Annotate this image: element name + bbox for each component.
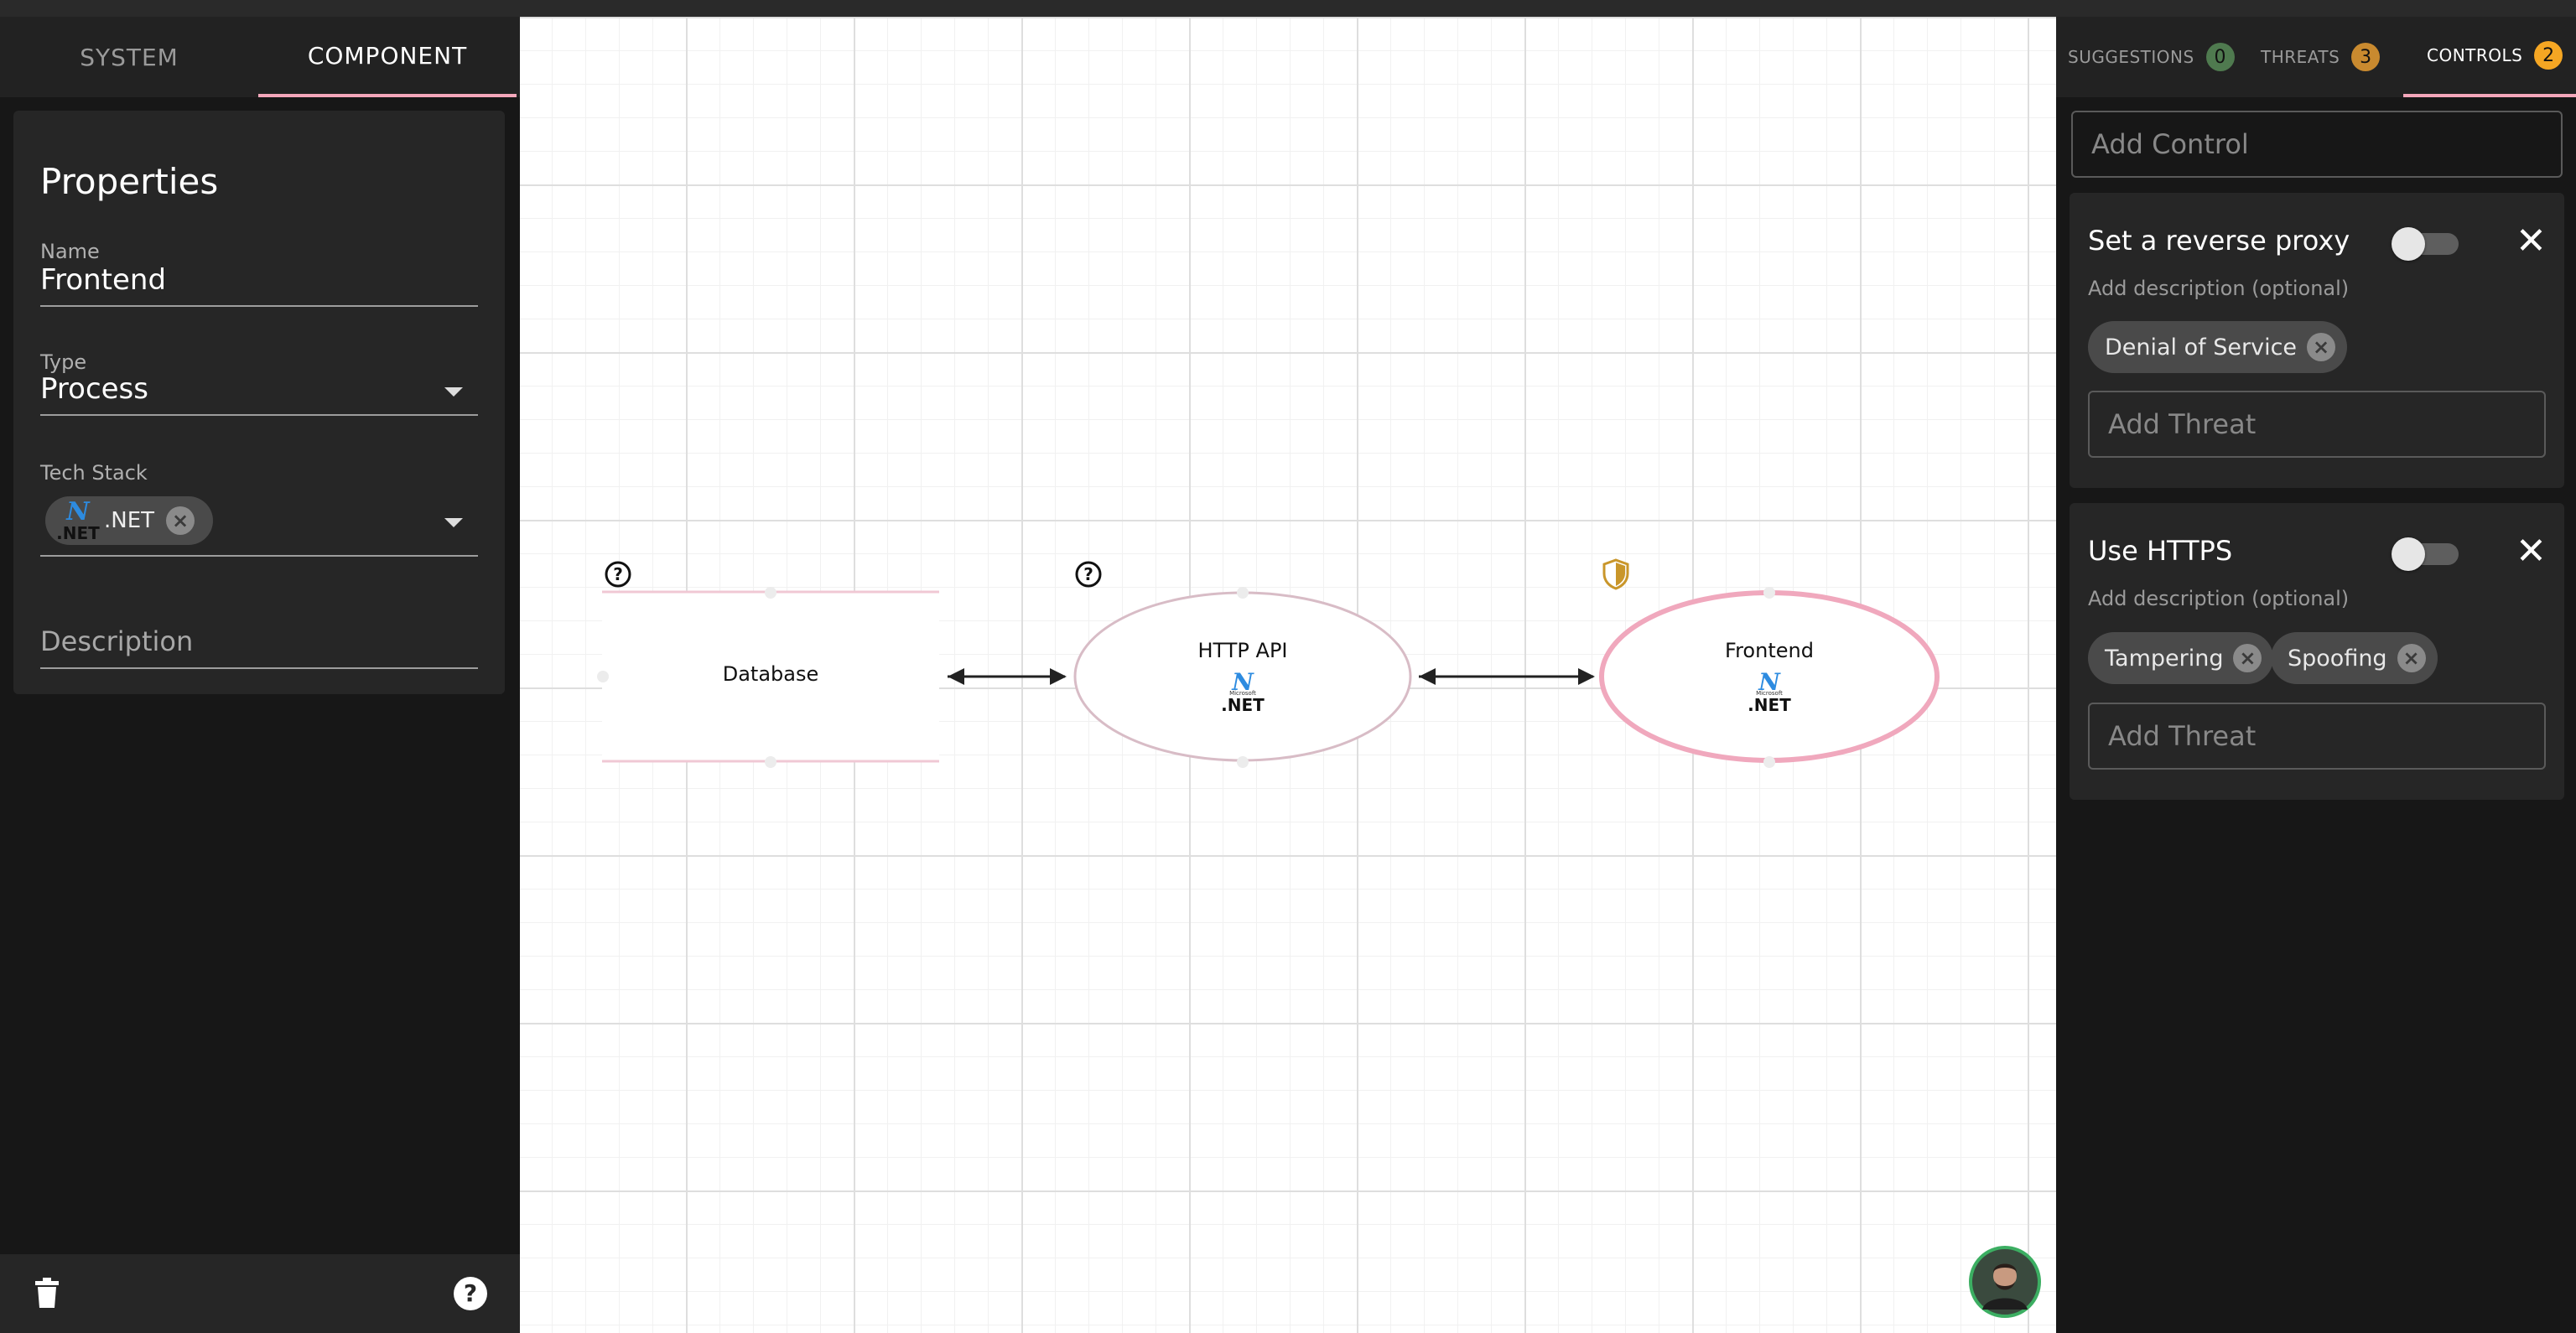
left-tab-bar: SYSTEM COMPONENT bbox=[0, 17, 520, 97]
control-card: Use HTTPS ✕ Add description (optional) T… bbox=[2070, 503, 2564, 800]
name-label: Name bbox=[40, 240, 100, 263]
tab-component[interactable]: COMPONENT bbox=[258, 17, 517, 97]
question-icon[interactable]: ? bbox=[1074, 560, 1103, 589]
port[interactable] bbox=[765, 756, 776, 768]
threat-chip[interactable]: Tampering × bbox=[2088, 632, 2274, 684]
tech-stack-label: Tech Stack bbox=[40, 461, 148, 485]
suggestions-count-badge: 0 bbox=[2205, 43, 2235, 71]
threat-chip[interactable]: Spoofing × bbox=[2271, 632, 2438, 684]
port[interactable] bbox=[1763, 587, 1775, 599]
control-title[interactable]: Set a reverse proxy bbox=[2088, 225, 2350, 257]
node-frontend-label[interactable]: Frontend bbox=[1602, 639, 1937, 662]
left-panel: SYSTEM COMPONENT Properties Name Fronten… bbox=[0, 17, 520, 1333]
diagram-canvas[interactable]: ? ? Database HTTP API Frontend N Microso… bbox=[520, 17, 2056, 1333]
tech-chip-dotnet[interactable]: N .NET .NET × bbox=[45, 496, 213, 545]
svg-text:?: ? bbox=[464, 1279, 477, 1307]
question-icon[interactable]: ? bbox=[604, 560, 632, 589]
dotnet-logo-icon: N Microsoft .NET bbox=[1221, 668, 1265, 715]
control-description[interactable]: Add description (optional) bbox=[2088, 277, 2349, 300]
tech-chip-label: .NET bbox=[104, 508, 155, 533]
control-card: Set a reverse proxy ✕ Add description (o… bbox=[2070, 193, 2564, 488]
port[interactable] bbox=[1763, 756, 1775, 768]
svg-text:?: ? bbox=[613, 564, 623, 584]
add-threat-input[interactable]: Add Threat bbox=[2088, 703, 2546, 770]
avatar[interactable] bbox=[1969, 1246, 2041, 1318]
control-toggle[interactable] bbox=[2392, 537, 2459, 571]
node-database-label[interactable]: Database bbox=[602, 662, 939, 686]
add-threat-input[interactable]: Add Threat bbox=[2088, 391, 2546, 458]
control-title[interactable]: Use HTTPS bbox=[2088, 535, 2232, 567]
tab-threats-label: THREATS bbox=[2261, 47, 2340, 67]
shield-icon[interactable] bbox=[1602, 558, 1630, 590]
window-top-bar bbox=[0, 0, 2576, 17]
left-bottom-bar: ? bbox=[0, 1254, 520, 1333]
port[interactable] bbox=[765, 587, 776, 599]
add-control-input[interactable]: Add Control bbox=[2071, 111, 2563, 178]
tech-stack-dropdown-icon[interactable] bbox=[444, 518, 463, 527]
tab-threats[interactable]: THREATS 3 bbox=[2261, 17, 2381, 97]
control-toggle[interactable] bbox=[2392, 227, 2459, 261]
port[interactable] bbox=[1237, 587, 1249, 599]
tab-controls[interactable]: CONTROLS 2 bbox=[2403, 17, 2576, 97]
threat-chip-label: Tampering bbox=[2105, 645, 2224, 672]
right-tab-bar: SUGGESTIONS 0 THREATS 3 CONTROLS 2 bbox=[2056, 17, 2576, 97]
tab-controls-label: CONTROLS bbox=[2427, 45, 2523, 65]
node-httpapi-label[interactable]: HTTP API bbox=[1075, 639, 1410, 662]
threat-chip[interactable]: Denial of Service × bbox=[2088, 321, 2348, 373]
tab-suggestions-label: SUGGESTIONS bbox=[2068, 47, 2194, 67]
toggle-knob bbox=[2392, 227, 2425, 261]
dotnet-logo-icon: N .NET bbox=[56, 497, 100, 543]
threat-chip-label: Spoofing bbox=[2288, 645, 2387, 672]
remove-threat-icon[interactable]: × bbox=[2397, 644, 2426, 672]
right-panel: SUGGESTIONS 0 THREATS 3 CONTROLS 2 Add C… bbox=[2056, 17, 2576, 1333]
remove-threat-icon[interactable]: × bbox=[2233, 644, 2262, 672]
type-underline bbox=[40, 414, 478, 416]
close-icon[interactable]: ✕ bbox=[2516, 223, 2547, 260]
trash-icon[interactable] bbox=[35, 1278, 59, 1308]
name-field[interactable]: Frontend bbox=[40, 263, 166, 297]
tab-suggestions[interactable]: SUGGESTIONS 0 bbox=[2068, 17, 2235, 97]
description-field[interactable]: Description bbox=[40, 625, 193, 657]
type-select[interactable]: Process bbox=[40, 372, 148, 406]
toggle-knob bbox=[2392, 537, 2425, 571]
control-description[interactable]: Add description (optional) bbox=[2088, 587, 2349, 610]
port[interactable] bbox=[1237, 756, 1249, 768]
dotnet-logo-icon: N Microsoft .NET bbox=[1748, 668, 1791, 715]
description-underline bbox=[40, 667, 478, 669]
remove-threat-icon[interactable]: × bbox=[2307, 333, 2336, 361]
remove-tech-icon[interactable]: × bbox=[166, 506, 195, 535]
properties-title: Properties bbox=[40, 161, 219, 202]
tech-stack-underline bbox=[40, 555, 478, 557]
help-icon[interactable]: ? bbox=[453, 1276, 488, 1311]
type-dropdown-icon[interactable] bbox=[444, 387, 463, 397]
threat-chip-label: Denial of Service bbox=[2105, 334, 2298, 360]
svg-text:?: ? bbox=[1083, 564, 1093, 584]
close-icon[interactable]: ✕ bbox=[2516, 533, 2547, 570]
type-label: Type bbox=[40, 350, 87, 374]
tab-system[interactable]: SYSTEM bbox=[0, 17, 258, 97]
controls-count-badge: 2 bbox=[2534, 41, 2563, 70]
properties-card: Properties Name Frontend Type Process Te… bbox=[13, 111, 505, 694]
name-underline bbox=[40, 305, 478, 307]
threats-count-badge: 3 bbox=[2351, 43, 2381, 71]
